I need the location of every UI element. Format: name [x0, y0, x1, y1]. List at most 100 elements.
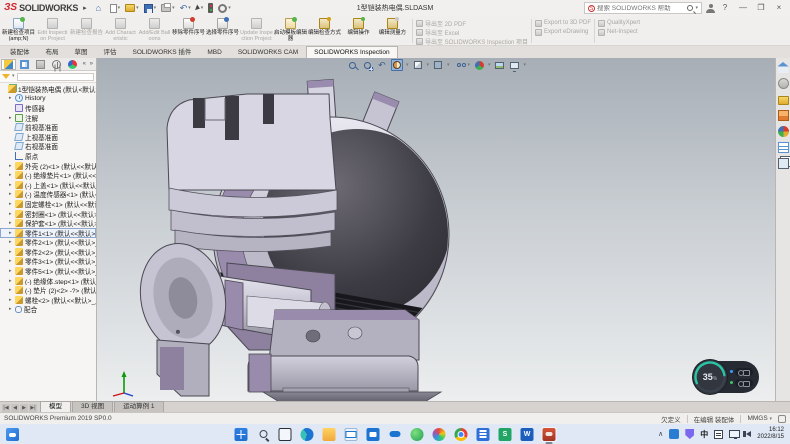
- tree-item[interactable]: ▸ 零件3<1> (默认<<默认>_显示状: [0, 257, 96, 267]
- export-menu-item[interactable]: 导出至 2D PDF: [416, 19, 528, 27]
- tray-app-blue-icon[interactable]: [669, 429, 679, 439]
- new-document-button[interactable]: ▾: [110, 4, 121, 13]
- ime-language-indicator[interactable]: 中: [700, 429, 708, 440]
- home-button[interactable]: ⌂: [96, 4, 105, 13]
- ribbon-button[interactable]: 新建检查报告: [70, 17, 103, 45]
- document-tab[interactable]: 3D 视图: [72, 401, 113, 412]
- appearances-scenes-icon[interactable]: [778, 126, 789, 137]
- help-button[interactable]: ?: [718, 1, 732, 15]
- command-tab[interactable]: 装配体: [2, 46, 38, 58]
- ribbon-button[interactable]: 移除零件序号: [172, 17, 205, 45]
- caret-icon[interactable]: ▾: [406, 63, 409, 68]
- tree-item[interactable]: ▸ 零件1<1> (默认<<默认>_显示状态: [0, 228, 96, 238]
- taskbar-app-button[interactable]: [432, 427, 447, 442]
- graphics-viewport[interactable]: ↶ ▾ ▾ ▾ ▾ ▾ ▾: [97, 58, 775, 401]
- clock[interactable]: 16:12 2022/8/15: [757, 427, 784, 441]
- menu-expander-icon[interactable]: ▸: [83, 4, 87, 12]
- export-menu-item[interactable]: Net-Inspect: [598, 28, 640, 36]
- tree-item[interactable]: 上视基准面: [0, 132, 96, 142]
- search-icon[interactable]: [687, 5, 693, 11]
- export-menu-item[interactable]: 导出至 SOLIDWORKS Inspection 项目: [416, 37, 528, 45]
- tree-item[interactable]: ▸ 密封圈<1> (默认<<默认>_显示状: [0, 209, 96, 219]
- tree-item[interactable]: ▸ 零件2<1> (默认<<默认>_显示状: [0, 238, 96, 248]
- tray-shield-icon[interactable]: [685, 429, 694, 439]
- tab-scroll-button[interactable]: ▶: [20, 404, 28, 412]
- taskbar-app-button[interactable]: [476, 427, 491, 442]
- taskbar-app-button[interactable]: [300, 427, 315, 442]
- custom-properties-icon[interactable]: [778, 142, 789, 153]
- tree-item[interactable]: ▸ 零件2<2> (默认<<默认>_显示状: [0, 247, 96, 257]
- tree-item[interactable]: 原点: [0, 151, 96, 161]
- apply-scene-button[interactable]: [494, 59, 506, 71]
- tab-scroll-button[interactable]: ◀: [11, 404, 19, 412]
- tab-displaymanager[interactable]: [65, 59, 80, 70]
- open-button[interactable]: ▾: [125, 4, 139, 12]
- ribbon-button[interactable]: 选择零件序号: [206, 17, 239, 45]
- tree-item[interactable]: 右视基准面: [0, 142, 96, 152]
- export-menu-item[interactable]: 导出至 Excel: [416, 28, 528, 36]
- tree-filter-input[interactable]: [17, 73, 94, 81]
- command-tab[interactable]: MBD: [199, 46, 229, 58]
- document-tab[interactable]: 模型: [40, 401, 71, 412]
- tree-item[interactable]: ▸ 固定螺栓<1> (默认<<默认>_显示: [0, 199, 96, 209]
- tray-chevron-icon[interactable]: ∧: [658, 430, 663, 438]
- tab-propertymanager[interactable]: [17, 59, 32, 70]
- minimize-button[interactable]: —: [736, 1, 750, 15]
- taskbar-app-button[interactable]: S: [498, 427, 513, 442]
- view-palette-icon[interactable]: [778, 110, 789, 121]
- tree-item[interactable]: 传感器: [0, 103, 96, 113]
- taskbar-app-button[interactable]: [234, 427, 249, 442]
- taskbar-app-button[interactable]: [366, 427, 381, 442]
- tree-item[interactable]: ▸ (-) 绝缘体.step<1> (默认<<默认>: [0, 276, 96, 286]
- taskbar-app-button[interactable]: [344, 427, 359, 442]
- indicator-row-bottom[interactable]: [730, 379, 753, 387]
- panel-tab-scroll-arrows[interactable]: « »: [83, 61, 95, 67]
- document-tab[interactable]: 运动算例 1: [114, 401, 163, 412]
- ribbon-button[interactable]: Add/Edit Balloons: [138, 17, 171, 45]
- tab-dimxpertmanager[interactable]: [49, 59, 64, 70]
- unit-system[interactable]: MMGS ▾: [747, 415, 772, 422]
- command-tab[interactable]: SOLIDWORKS CAM: [230, 46, 306, 58]
- tree-item[interactable]: ▸ 外壳 (2)<1> (默认<<默认>_显示状: [0, 161, 96, 171]
- tree-item[interactable]: ▸ 保护套<1> (默认<<默认>_显示状: [0, 218, 96, 228]
- user-account-icon[interactable]: [706, 4, 714, 12]
- display-style-button[interactable]: [432, 59, 444, 71]
- taskbar-app-button[interactable]: [410, 427, 425, 442]
- ribbon-button[interactable]: 编辑检查方式: [308, 17, 341, 45]
- select-button[interactable]: ▾: [196, 5, 204, 11]
- file-explorer-pane-icon[interactable]: [778, 96, 789, 105]
- section-view-button[interactable]: [391, 59, 403, 71]
- tree-item[interactable]: ▸ (-) 绝缘垫片<1> (默认<<默认>_显: [0, 170, 96, 180]
- tree-item[interactable]: 前视基准面: [0, 122, 96, 132]
- ribbon-button[interactable]: Edit Inspection Project: [36, 17, 69, 45]
- ime-mode-icon[interactable]: [714, 430, 723, 439]
- taskbar-app-button[interactable]: [278, 427, 293, 442]
- zoom-percent-dial[interactable]: 35%: [693, 360, 727, 394]
- tab-scroll-button[interactable]: ▶|: [29, 404, 37, 412]
- command-tab[interactable]: SOLIDWORKS 插件: [125, 46, 200, 58]
- restore-button[interactable]: ❐: [754, 1, 768, 15]
- taskbar-app-button[interactable]: [542, 427, 557, 442]
- indicator-row-top[interactable]: [730, 368, 753, 376]
- command-tab[interactable]: 评估: [96, 46, 125, 58]
- zoom-to-fit-button[interactable]: [346, 59, 358, 71]
- zoom-overlay-widget[interactable]: 35%: [695, 361, 759, 393]
- filter-funnel-icon[interactable]: [2, 74, 10, 79]
- options-button[interactable]: ▾: [218, 4, 231, 13]
- ribbon-button[interactable]: 编辑操作: [342, 17, 375, 45]
- ribbon-button[interactable]: 新建检查项目 (amp;N): [2, 17, 35, 45]
- model-thermocouple-section[interactable]: [97, 58, 775, 401]
- search-input[interactable]: [597, 5, 685, 12]
- home-tab-icon[interactable]: [778, 62, 789, 73]
- command-tab[interactable]: 草图: [67, 46, 96, 58]
- ribbon-button[interactable]: Update Inspection Project: [240, 17, 273, 45]
- tab-featuremanager-tree[interactable]: [1, 59, 16, 70]
- tree-item[interactable]: ▸ 零件5<1> (默认<<默认>_显示状: [0, 266, 96, 276]
- previous-view-button[interactable]: ↶: [376, 59, 388, 71]
- help-search-box[interactable]: S ▾: [584, 2, 702, 14]
- tab-scroll-button[interactable]: |◀: [2, 404, 10, 412]
- taskbar-app-button[interactable]: [454, 427, 469, 442]
- status-options-icon[interactable]: [778, 415, 786, 423]
- export-menu-item[interactable]: QualityXpert: [598, 19, 640, 27]
- view-settings-button[interactable]: [509, 59, 521, 71]
